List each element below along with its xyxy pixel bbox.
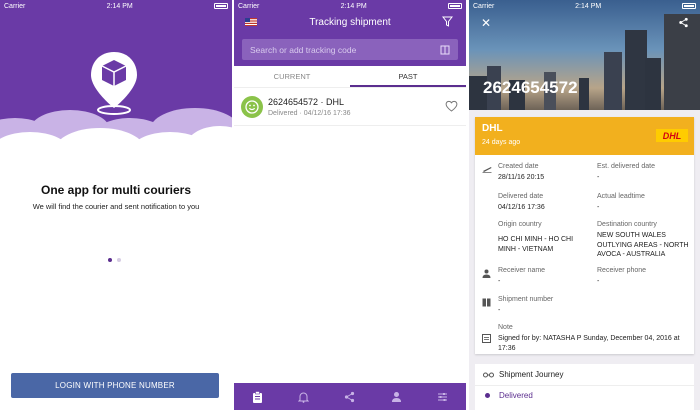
- courier-name: DHL: [482, 123, 503, 134]
- receiver-phone-value: -: [597, 278, 600, 285]
- package-pin-icon: [88, 50, 140, 116]
- status-bar: Carrier 2:14 PM: [234, 0, 466, 12]
- onboarding-subtitle: We will find the courier and sent notifi…: [32, 202, 200, 211]
- onboarding-screen: Carrier 2:14 PM One app for multi courie…: [0, 0, 232, 410]
- journey-status: Delivered: [499, 391, 533, 400]
- receiver-name-label: Receiver name: [498, 267, 546, 274]
- destination-country-value: NEW SOUTH WALES OUTLYING AREAS - NORTH A…: [597, 232, 689, 258]
- page-indicator[interactable]: [108, 258, 121, 262]
- login-phone-button[interactable]: LOGIN WITH PHONE NUMBER: [11, 373, 219, 398]
- shipment-status: Delivered · 04/12/16 17:36: [268, 110, 351, 117]
- shipment-box-icon: [482, 298, 491, 307]
- status-time: 2:14 PM: [575, 2, 602, 10]
- close-icon[interactable]: ✕: [481, 16, 491, 30]
- receiver-name-value: -: [498, 278, 501, 285]
- battery-icon: [214, 3, 228, 9]
- person-icon: [482, 269, 491, 278]
- shipment-journey-section[interactable]: Shipment Journey Delivered: [475, 364, 694, 410]
- created-date-label: Created date: [498, 163, 539, 170]
- tracking-tabs: CURRENT PAST: [234, 66, 466, 88]
- battery-icon: [682, 3, 696, 9]
- journey-title: Shipment Journey: [499, 370, 564, 379]
- delivered-date-value: 04/12/16 17:36: [498, 204, 545, 211]
- tab-current[interactable]: CURRENT: [234, 66, 350, 87]
- share-icon[interactable]: [344, 391, 355, 403]
- bell-icon[interactable]: [298, 391, 310, 403]
- flight-departure-icon: [482, 167, 492, 173]
- est-delivered-label: Est. delivered date: [597, 163, 655, 170]
- leadtime-value: -: [597, 204, 600, 211]
- carrier-label: Carrier: [473, 2, 495, 10]
- filter-icon[interactable]: [442, 16, 453, 27]
- smiley-icon: [241, 96, 263, 118]
- est-delivered-value: -: [597, 174, 600, 181]
- search-input[interactable]: [250, 44, 430, 55]
- user-icon[interactable]: [391, 391, 402, 403]
- status-bar: Carrier 2:14 PM: [469, 0, 700, 12]
- route-icon: [483, 372, 494, 378]
- page-dot-active[interactable]: [108, 258, 112, 262]
- bottom-nav: [234, 383, 466, 410]
- origin-country-label: Origin country: [498, 221, 542, 228]
- status-bar: Carrier 2:14 PM: [0, 0, 232, 12]
- clipboard-icon[interactable]: [252, 390, 263, 403]
- destination-country-label: Destination country: [597, 221, 657, 228]
- receiver-phone-label: Receiver phone: [597, 267, 647, 274]
- tracking-number-heading: 2624654572: [483, 78, 578, 97]
- search-bar[interactable]: [242, 39, 458, 60]
- leadtime-label: Actual leadtime: [597, 193, 645, 200]
- shipment-number-value: -: [498, 307, 501, 314]
- battery-icon: [448, 3, 462, 9]
- delivered-date-label: Delivered date: [498, 193, 544, 200]
- journey-status-dot: [485, 393, 490, 398]
- share-icon[interactable]: [678, 17, 689, 28]
- courier-bar: DHL 24 days ago DHL: [475, 117, 694, 155]
- carrier-label: Carrier: [4, 2, 26, 10]
- origin-country-value: HO CHI MINH - HO CHI MINH - VIETNAM: [498, 236, 574, 253]
- barcode-scan-icon[interactable]: [440, 45, 450, 55]
- page-dot[interactable]: [117, 258, 121, 262]
- shipment-title: 2624654572 · DHL: [268, 97, 345, 107]
- onboarding-title: One app for multi couriers: [40, 183, 192, 197]
- shipment-detail-screen: Carrier 2:14 PM ✕ 2624654572 DHL 24 days…: [469, 0, 700, 410]
- courier-age: 24 days ago: [482, 139, 521, 146]
- tracking-list-screen: Carrier 2:14 PM Tracking shipment CURREN…: [234, 0, 466, 410]
- status-time: 2:14 PM: [106, 2, 133, 10]
- favorite-heart-icon[interactable]: [445, 100, 458, 112]
- app-screenshots: Carrier 2:14 PM One app for multi courie…: [0, 0, 700, 410]
- note-icon: [482, 334, 491, 343]
- created-date-value: 28/11/16 20:15: [498, 174, 545, 181]
- dhl-logo: DHL: [656, 129, 688, 142]
- note-label: Note: [498, 324, 513, 331]
- tracking-title: Tracking shipment: [309, 17, 391, 28]
- status-time: 2:14 PM: [340, 2, 367, 10]
- shipment-detail-card: DHL 24 days ago DHL Created date 28/11/1…: [475, 117, 694, 354]
- tab-past[interactable]: PAST: [350, 66, 466, 87]
- shipment-number-label: Shipment number: [498, 296, 554, 303]
- note-value: Signed for by: NATASHA P Sunday, Decembe…: [498, 335, 680, 352]
- shipment-list-item[interactable]: 2624654572 · DHL Delivered · 04/12/16 17…: [234, 90, 466, 126]
- settings-sliders-icon[interactable]: [437, 391, 448, 403]
- carrier-label: Carrier: [238, 2, 260, 10]
